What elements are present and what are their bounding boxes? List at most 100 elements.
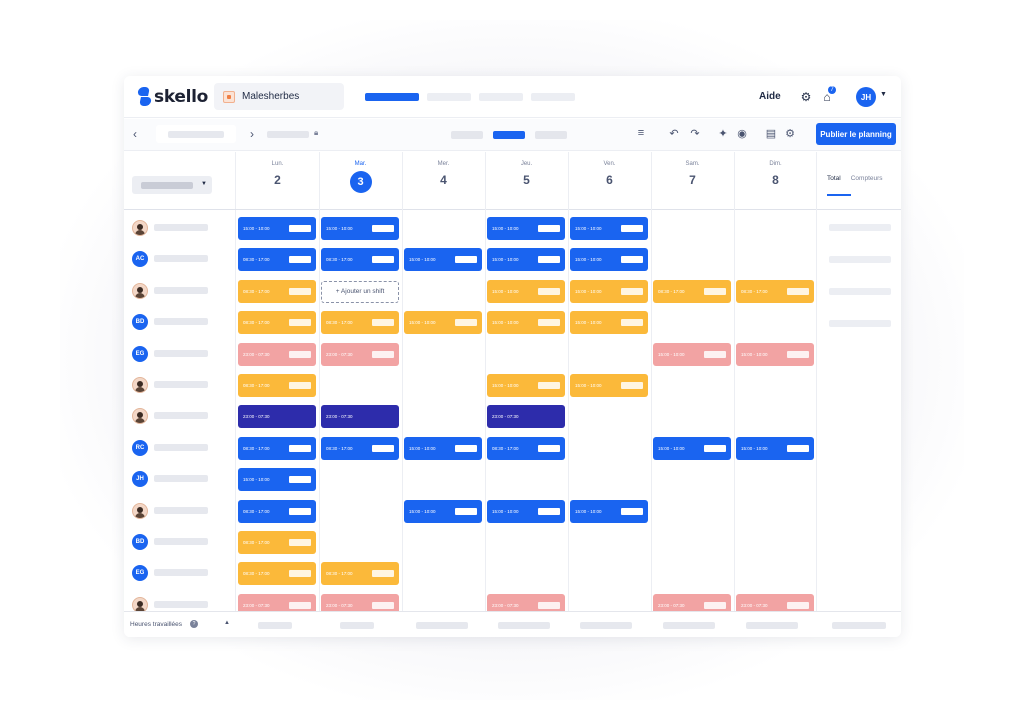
shift-card[interactable]: 15:00 - 10:00	[653, 436, 731, 460]
shift-card[interactable]: 15:00 - 10:00	[487, 499, 565, 523]
column-divider	[319, 152, 320, 611]
day-number: 4	[440, 173, 447, 187]
shift-card[interactable]: 15:00 - 10:00	[487, 374, 565, 397]
filter-icon[interactable]: ≡	[634, 127, 648, 139]
shift-card[interactable]: 08:30 - 17:00	[238, 562, 316, 586]
view-tab-week[interactable]	[493, 131, 525, 139]
shift-card[interactable]: 15:00 - 10:00	[570, 248, 648, 272]
shift-card[interactable]: 08:30 - 17:00	[238, 436, 316, 460]
redo-icon[interactable]: ↷	[688, 127, 702, 140]
nav-tab-3[interactable]	[479, 93, 523, 101]
shift-card[interactable]: 15:00 - 10:00	[404, 499, 482, 523]
shift-card[interactable]: 15:00 - 10:00	[570, 311, 648, 335]
employee-row[interactable]: RC	[124, 434, 236, 466]
shift-card[interactable]: 08:30 - 17:00	[238, 499, 316, 523]
view-tab-day[interactable]	[451, 131, 483, 139]
day-header[interactable]: Lun. 2	[236, 152, 319, 210]
shift-card[interactable]: 23:00 - 07:30	[487, 405, 565, 429]
shift-card[interactable]: 08:30 - 17:00	[238, 311, 316, 335]
day-header[interactable]: Mer. 4	[402, 152, 485, 210]
settings-gear-icon[interactable]: ⚙	[798, 89, 814, 105]
shift-time: 23:00 - 07:30	[492, 414, 519, 420]
employee-row[interactable]	[124, 497, 236, 529]
planning-settings-gear-icon[interactable]: ⚙	[783, 127, 797, 140]
shift-card[interactable]: 08:30 - 17:00	[653, 279, 731, 303]
next-week-chevron-right-icon[interactable]: ›	[250, 127, 254, 141]
shift-card[interactable]: 23:00 - 07:30	[321, 405, 399, 429]
shift-card[interactable]: 15:00 - 10:00	[736, 342, 814, 366]
shift-card[interactable]: 15:00 - 10:00	[487, 248, 565, 272]
shift-card[interactable]: 08:30 - 17:00	[321, 311, 399, 335]
shift-card[interactable]: 15:00 - 10:00	[570, 374, 648, 397]
shift-card[interactable]: 15:00 - 10:00	[404, 436, 482, 460]
employee-row[interactable]: BD	[124, 308, 236, 340]
shift-card[interactable]: 15:00 - 10:00	[487, 217, 565, 240]
shift-card[interactable]: 08:30 - 17:00	[238, 374, 316, 397]
date-picker[interactable]	[156, 125, 236, 143]
nav-tab-1[interactable]	[365, 93, 419, 101]
shift-card[interactable]: 15:00 - 10:00	[238, 217, 316, 240]
add-shift-button[interactable]: + Ajouter un shift	[321, 280, 399, 303]
shop-selector[interactable]: Malesherbes	[214, 83, 344, 110]
shift-position-placeholder	[787, 350, 809, 358]
day-header[interactable]: Dim. 8	[734, 152, 817, 210]
shift-card[interactable]: 15:00 - 10:00	[404, 311, 482, 335]
shift-card[interactable]: 15:00 - 10:00	[570, 279, 648, 303]
day-header[interactable]: Mar. 3	[319, 152, 402, 210]
employee-row[interactable]	[124, 277, 236, 309]
tab-counters[interactable]: Compteurs	[851, 175, 883, 182]
user-menu-chevron-down-icon[interactable]: ▼	[880, 91, 887, 98]
shift-card[interactable]: 08:30 - 17:00	[321, 436, 399, 460]
column-divider	[402, 152, 403, 611]
help-link[interactable]: Aide	[759, 91, 781, 102]
publish-planning-button[interactable]: Publier le planning	[816, 123, 896, 145]
shift-card[interactable]: 15:00 - 10:00	[487, 311, 565, 335]
day-header[interactable]: Jeu. 5	[485, 152, 568, 210]
employee-row[interactable]: EG	[124, 559, 236, 591]
shift-card[interactable]: 15:00 - 10:00	[487, 279, 565, 303]
active-tab-underline	[827, 194, 851, 196]
notifications-icon[interactable]: ⌂ 7	[819, 86, 836, 105]
nav-tab-2[interactable]	[427, 93, 471, 101]
view-tab-month[interactable]	[535, 131, 567, 139]
magic-wand-icon[interactable]: ✦	[716, 127, 730, 140]
day-header[interactable]: Ven. 6	[568, 152, 651, 210]
shift-card[interactable]: 08:30 - 17:00	[321, 248, 399, 272]
smart-planner-icon[interactable]: ◉	[735, 127, 749, 140]
shift-card[interactable]: 08:30 - 17:00	[321, 562, 399, 586]
shift-card[interactable]: 23:00 - 07:30	[238, 405, 316, 429]
day-header[interactable]: Sam. 7	[651, 152, 734, 210]
shift-card[interactable]: 08:30 - 17:00	[238, 248, 316, 272]
shift-card[interactable]: 15:00 - 10:00	[653, 342, 731, 366]
shift-card[interactable]: 08:30 - 17:00	[238, 531, 316, 554]
employee-row[interactable]: JH	[124, 465, 236, 497]
employee-row[interactable]: BD	[124, 528, 236, 560]
help-icon[interactable]: ?	[190, 620, 198, 628]
tab-total[interactable]: Total	[827, 175, 841, 182]
shift-card[interactable]: 08:30 - 17:00	[238, 279, 316, 303]
shift-card[interactable]: 15:00 - 10:00	[570, 499, 648, 523]
undo-icon[interactable]: ↶	[667, 127, 681, 140]
employee-row[interactable]: EG	[124, 340, 236, 372]
shift-card[interactable]: 23:00 - 07:30	[238, 342, 316, 366]
shift-card[interactable]: 08:30 - 17:00	[736, 279, 814, 303]
previous-week-chevron-left-icon[interactable]: ‹	[133, 127, 137, 141]
skello-logo[interactable]: skello	[138, 87, 208, 107]
user-avatar[interactable]: JH	[856, 87, 876, 107]
employee-row[interactable]	[124, 214, 236, 246]
shift-card[interactable]: 15:00 - 10:00	[404, 248, 482, 272]
shift-card[interactable]: 15:00 - 10:00	[321, 217, 399, 240]
employee-row[interactable]	[124, 371, 236, 403]
employee-row[interactable]	[124, 402, 236, 434]
employee-row[interactable]: AC	[124, 245, 236, 277]
lock-icon[interactable]: 🔒︎	[314, 128, 318, 138]
shift-card[interactable]: 08:30 - 17:00	[487, 436, 565, 460]
expand-chevron-up-icon[interactable]: ▲	[224, 620, 230, 626]
nav-tab-4[interactable]	[531, 93, 575, 101]
shift-card[interactable]: 23:00 - 07:30	[321, 342, 399, 366]
shift-card[interactable]: 15:00 - 10:00	[736, 436, 814, 460]
team-filter-dropdown[interactable]: ▼	[132, 176, 212, 194]
print-icon[interactable]: ▤	[764, 127, 778, 140]
shift-card[interactable]: 15:00 - 10:00	[570, 217, 648, 240]
shift-card[interactable]: 15:00 - 10:00	[238, 468, 316, 492]
